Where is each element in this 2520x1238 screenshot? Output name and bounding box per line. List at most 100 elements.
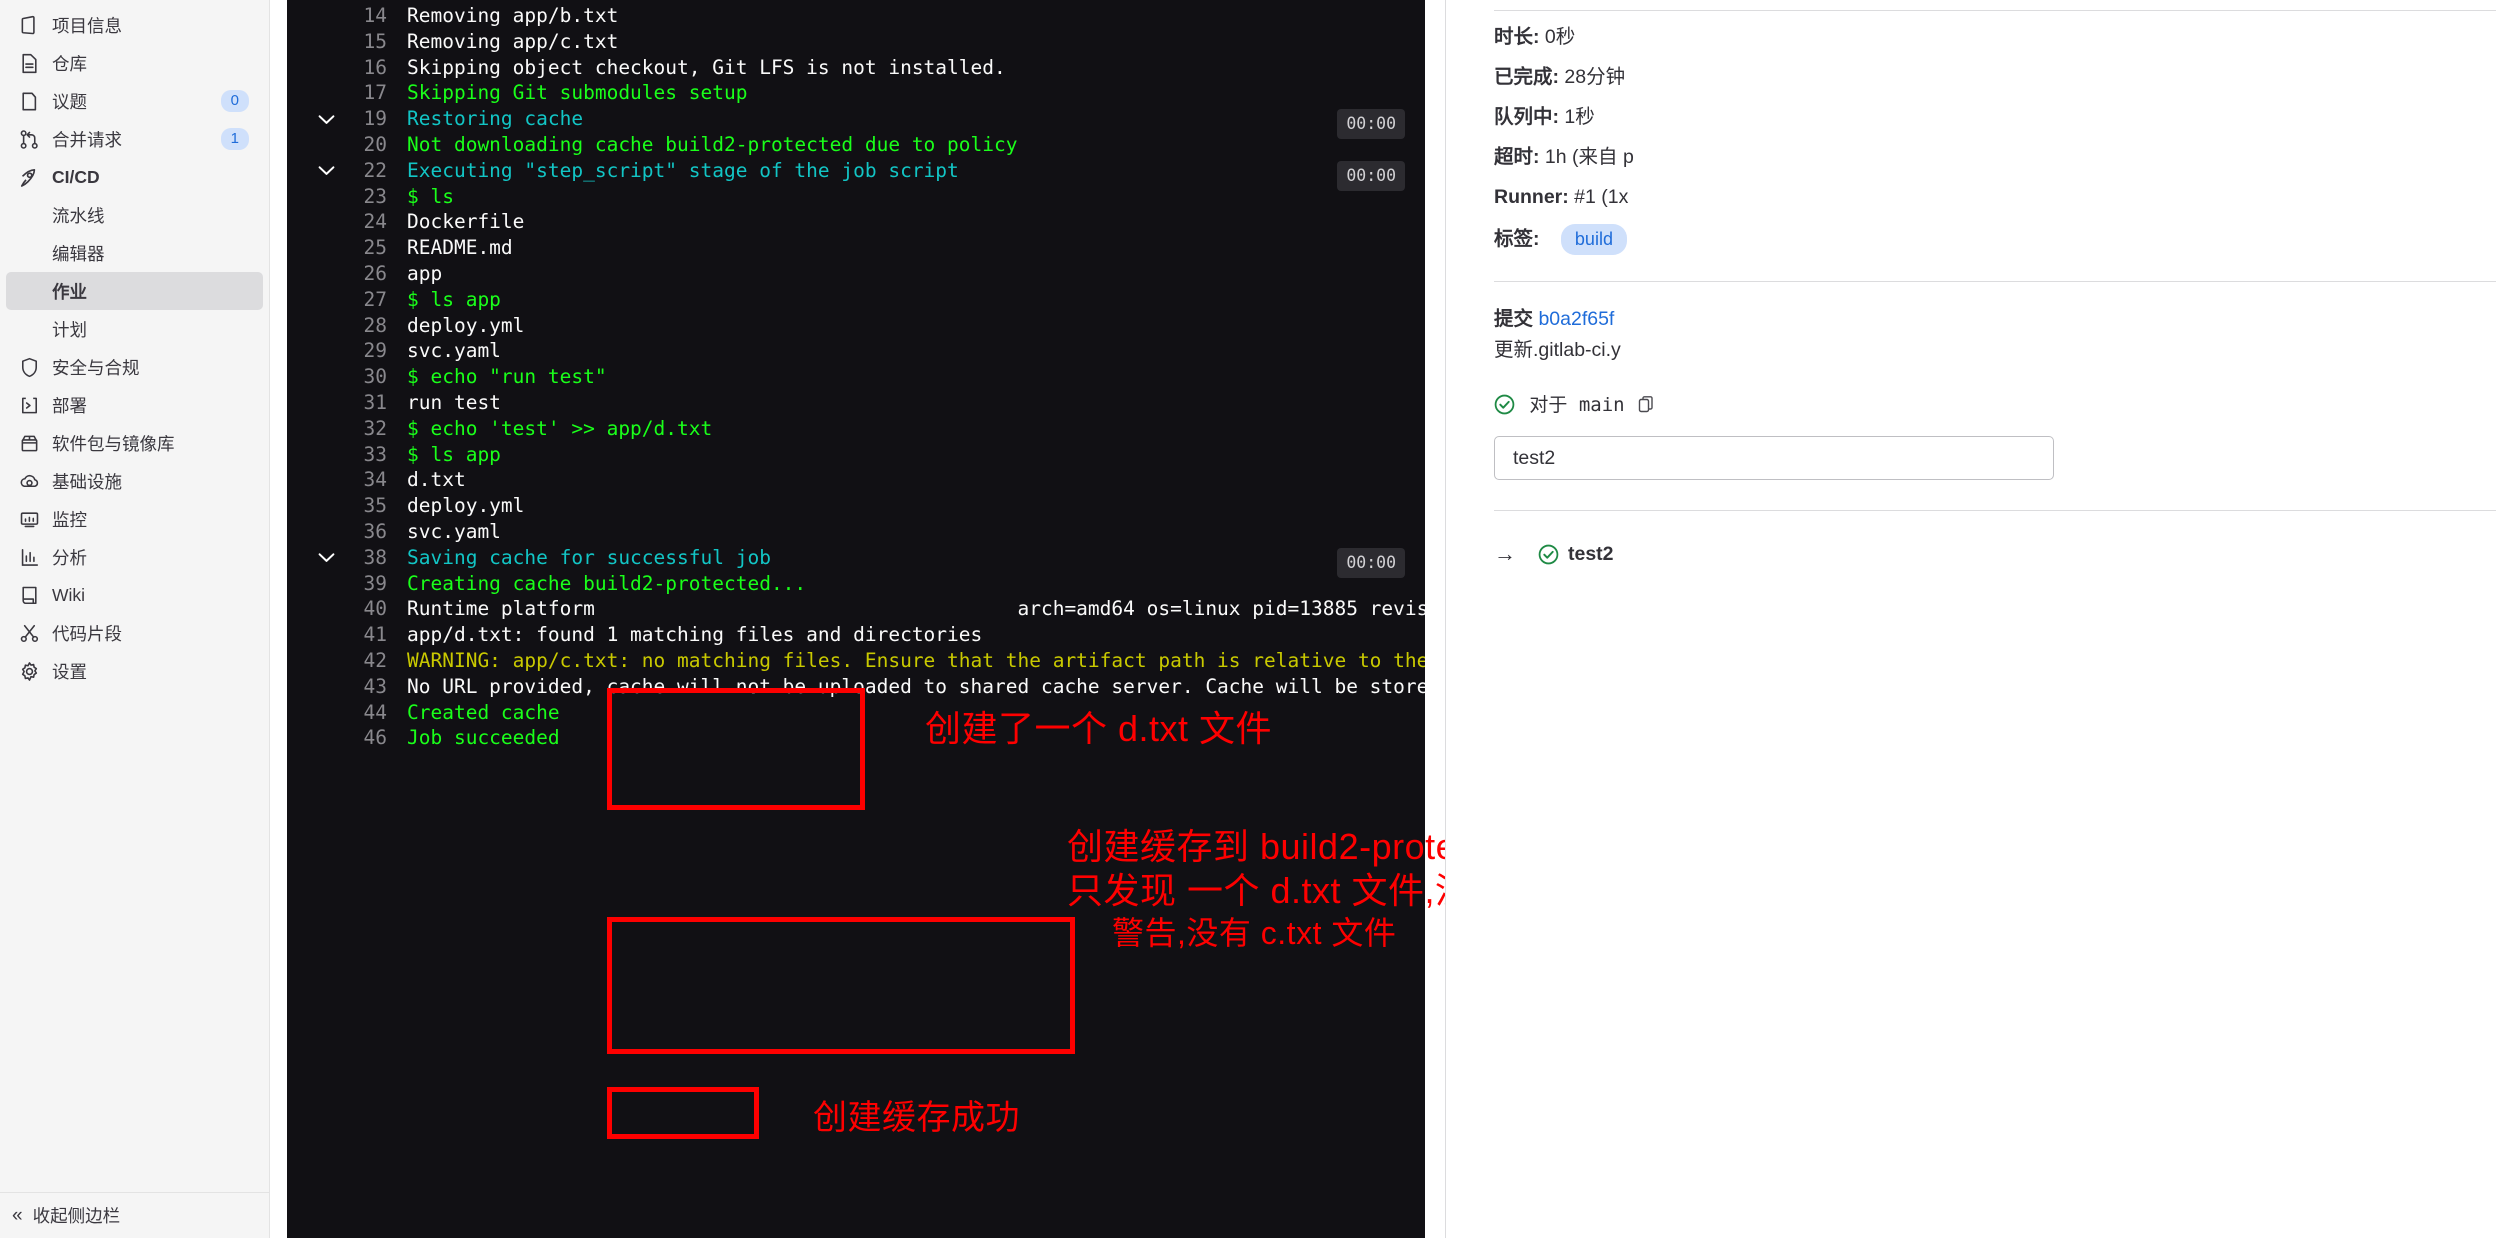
log-line-number: 22	[363, 158, 387, 182]
log-line-text: app	[407, 261, 443, 285]
log-line-number: 17	[363, 81, 387, 105]
log-line-text: Executing "step_script" stage of the job…	[407, 158, 959, 182]
infrastructure-icon	[16, 470, 42, 492]
log-line: 42 WARNING: app/c.txt: no matching files.…	[287, 648, 1425, 674]
sidebar-item-13[interactable]: 监控	[6, 500, 263, 538]
log-line: 43 No URL provided, cache will not be upl…	[287, 674, 1425, 700]
log-line-number: 15	[363, 29, 387, 53]
log-line-number: 41	[363, 623, 387, 647]
current-job-row[interactable]: → test2	[1494, 541, 2496, 567]
collapse-sidebar-label: 收起侧边栏	[32, 1206, 121, 1226]
log-line: 32 $ echo 'test' >> app/d.txt	[287, 416, 1425, 442]
sidebar-item-5-label: 流水线	[52, 205, 105, 226]
sidebar-item-10-label: 部署	[52, 395, 87, 416]
annotation-warning: 警告,没有 c.txt 文件	[1112, 915, 1397, 951]
collapse-section-chevron-22[interactable]	[305, 165, 347, 176]
timeout-value: 1h (来自 p	[1544, 146, 1634, 168]
sidebar-item-2[interactable]: 议题 0	[6, 82, 263, 120]
log-line-number: 35	[363, 494, 387, 518]
log-line-number: 34	[363, 468, 387, 492]
sidebar-item-0-label: 项目信息	[52, 15, 122, 36]
check-circle-icon	[1538, 544, 1559, 565]
log-line-text: Dockerfile	[407, 210, 525, 234]
commit-message: 更新.gitlab-ci.y	[1494, 339, 1621, 361]
log-line-text: Runtime platform arch=amd64 os=linux pid…	[407, 597, 1425, 621]
log-line: 27 $ ls app	[287, 287, 1425, 313]
sidebar-item-8[interactable]: 计划	[6, 310, 263, 348]
finished-value: 28分钟	[1564, 66, 1626, 88]
log-line-number: 36	[363, 519, 387, 543]
log-line: 14 Removing app/b.txt	[287, 3, 1425, 29]
divider	[1494, 281, 2496, 282]
sidebar-item-12-label: 基础设施	[52, 471, 122, 492]
sidebar-item-17[interactable]: 设置	[6, 652, 263, 690]
job-log-terminal[interactable]: 14 Removing app/b.txt 15 Removing app/c.txt…	[287, 0, 1425, 1238]
branch-row: 对于 main	[1494, 390, 2496, 420]
sidebar-item-6[interactable]: 编辑器	[6, 234, 263, 272]
log-line-text: Job succeeded	[407, 726, 560, 750]
log-line-text: No URL provided, cache will not be uploa…	[407, 674, 1425, 698]
finished-row: 已完成: 28分钟	[1494, 64, 2496, 91]
sidebar-item-1[interactable]: 仓库	[6, 44, 263, 82]
sidebar-item-4-label: CI/CD	[52, 166, 100, 187]
sidebar-item-4[interactable]: CI/CD	[6, 158, 263, 196]
log-line-text: Skipping Git submodules setup	[407, 81, 748, 105]
sidebar-item-11[interactable]: 软件包与镜像库	[6, 424, 263, 462]
log-line-text: deploy.yml	[407, 494, 525, 518]
queued-value: 1秒	[1564, 106, 1595, 128]
log-line-number: 20	[363, 132, 387, 156]
sidebar-item-2-label: 议题	[52, 91, 87, 112]
duration-label: 时长:	[1494, 26, 1540, 48]
stage-select-value: test2	[1513, 446, 1556, 469]
commit-row: 提交 b0a2f65f	[1494, 306, 2496, 333]
package-icon	[16, 432, 42, 454]
log-line-number: 32	[363, 416, 387, 440]
settings-icon	[16, 660, 42, 682]
log-line-text: Created cache	[407, 700, 560, 724]
sidebar-item-16[interactable]: 代码片段	[6, 614, 263, 652]
sidebar-item-12[interactable]: 基础设施	[6, 462, 263, 500]
sidebar-item-0[interactable]: 项目信息	[6, 6, 263, 44]
collapse-section-chevron-38[interactable]	[305, 552, 347, 563]
collapse-sidebar-button[interactable]: « 收起侧边栏	[0, 1192, 270, 1238]
queued-label: 队列中:	[1494, 106, 1559, 128]
runner-row: Runner: #1 (1x	[1494, 184, 2496, 211]
log-line-number: 16	[363, 55, 387, 79]
log-line-number: 23	[363, 184, 387, 208]
sidebar-item-9[interactable]: 安全与合规	[6, 348, 263, 386]
queued-row: 队列中: 1秒	[1494, 104, 2496, 131]
tag-badge-build[interactable]: build	[1560, 224, 1627, 255]
log-line-number: 44	[363, 700, 387, 724]
log-line: 19 Restoring cache 00:00	[287, 106, 1425, 139]
sidebar-item-10[interactable]: 部署	[6, 386, 263, 424]
log-line: 20 Not downloading cache build2-protected…	[287, 132, 1425, 158]
annotation-cache-success: 创建缓存成功	[813, 1099, 1020, 1137]
timeout-row: 超时: 1h (来自 p	[1494, 144, 2496, 171]
log-line-number: 43	[363, 674, 387, 698]
chevron-double-left-icon: «	[12, 1204, 23, 1226]
log-line-number: 46	[363, 726, 387, 750]
log-line-text: svc.yaml	[407, 519, 501, 543]
sidebar-item-14[interactable]: 分析	[6, 538, 263, 576]
collapse-section-chevron-19[interactable]	[305, 114, 347, 125]
commit-sha-link[interactable]: b0a2f65f	[1538, 308, 1614, 330]
sidebar-item-3[interactable]: 合并请求 1	[6, 120, 263, 158]
sidebar-item-15-label: Wiki	[52, 584, 86, 605]
log-line-number: 26	[363, 261, 387, 285]
copy-icon[interactable]	[1638, 396, 1655, 420]
sidebar-item-17-label: 设置	[52, 661, 87, 682]
sidebar-item-6-label: 编辑器	[52, 243, 105, 264]
sidebar-item-15[interactable]: Wiki	[6, 576, 263, 614]
finished-label: 已完成:	[1494, 66, 1559, 88]
log-line-text: $ ls	[407, 184, 454, 208]
log-line-text: Removing app/b.txt	[407, 4, 619, 27]
log-line-number: 28	[363, 313, 387, 337]
log-line-number: 42	[363, 648, 387, 672]
duration-value: 0秒	[1544, 26, 1576, 48]
log-line: 26 app	[287, 261, 1425, 287]
sidebar-item-9-label: 安全与合规	[52, 357, 140, 378]
sidebar-item-7[interactable]: 作业	[6, 272, 263, 310]
sidebar-item-5[interactable]: 流水线	[6, 196, 263, 234]
stage-select[interactable]: test2	[1494, 436, 2054, 480]
log-line-number: 30	[363, 365, 387, 389]
